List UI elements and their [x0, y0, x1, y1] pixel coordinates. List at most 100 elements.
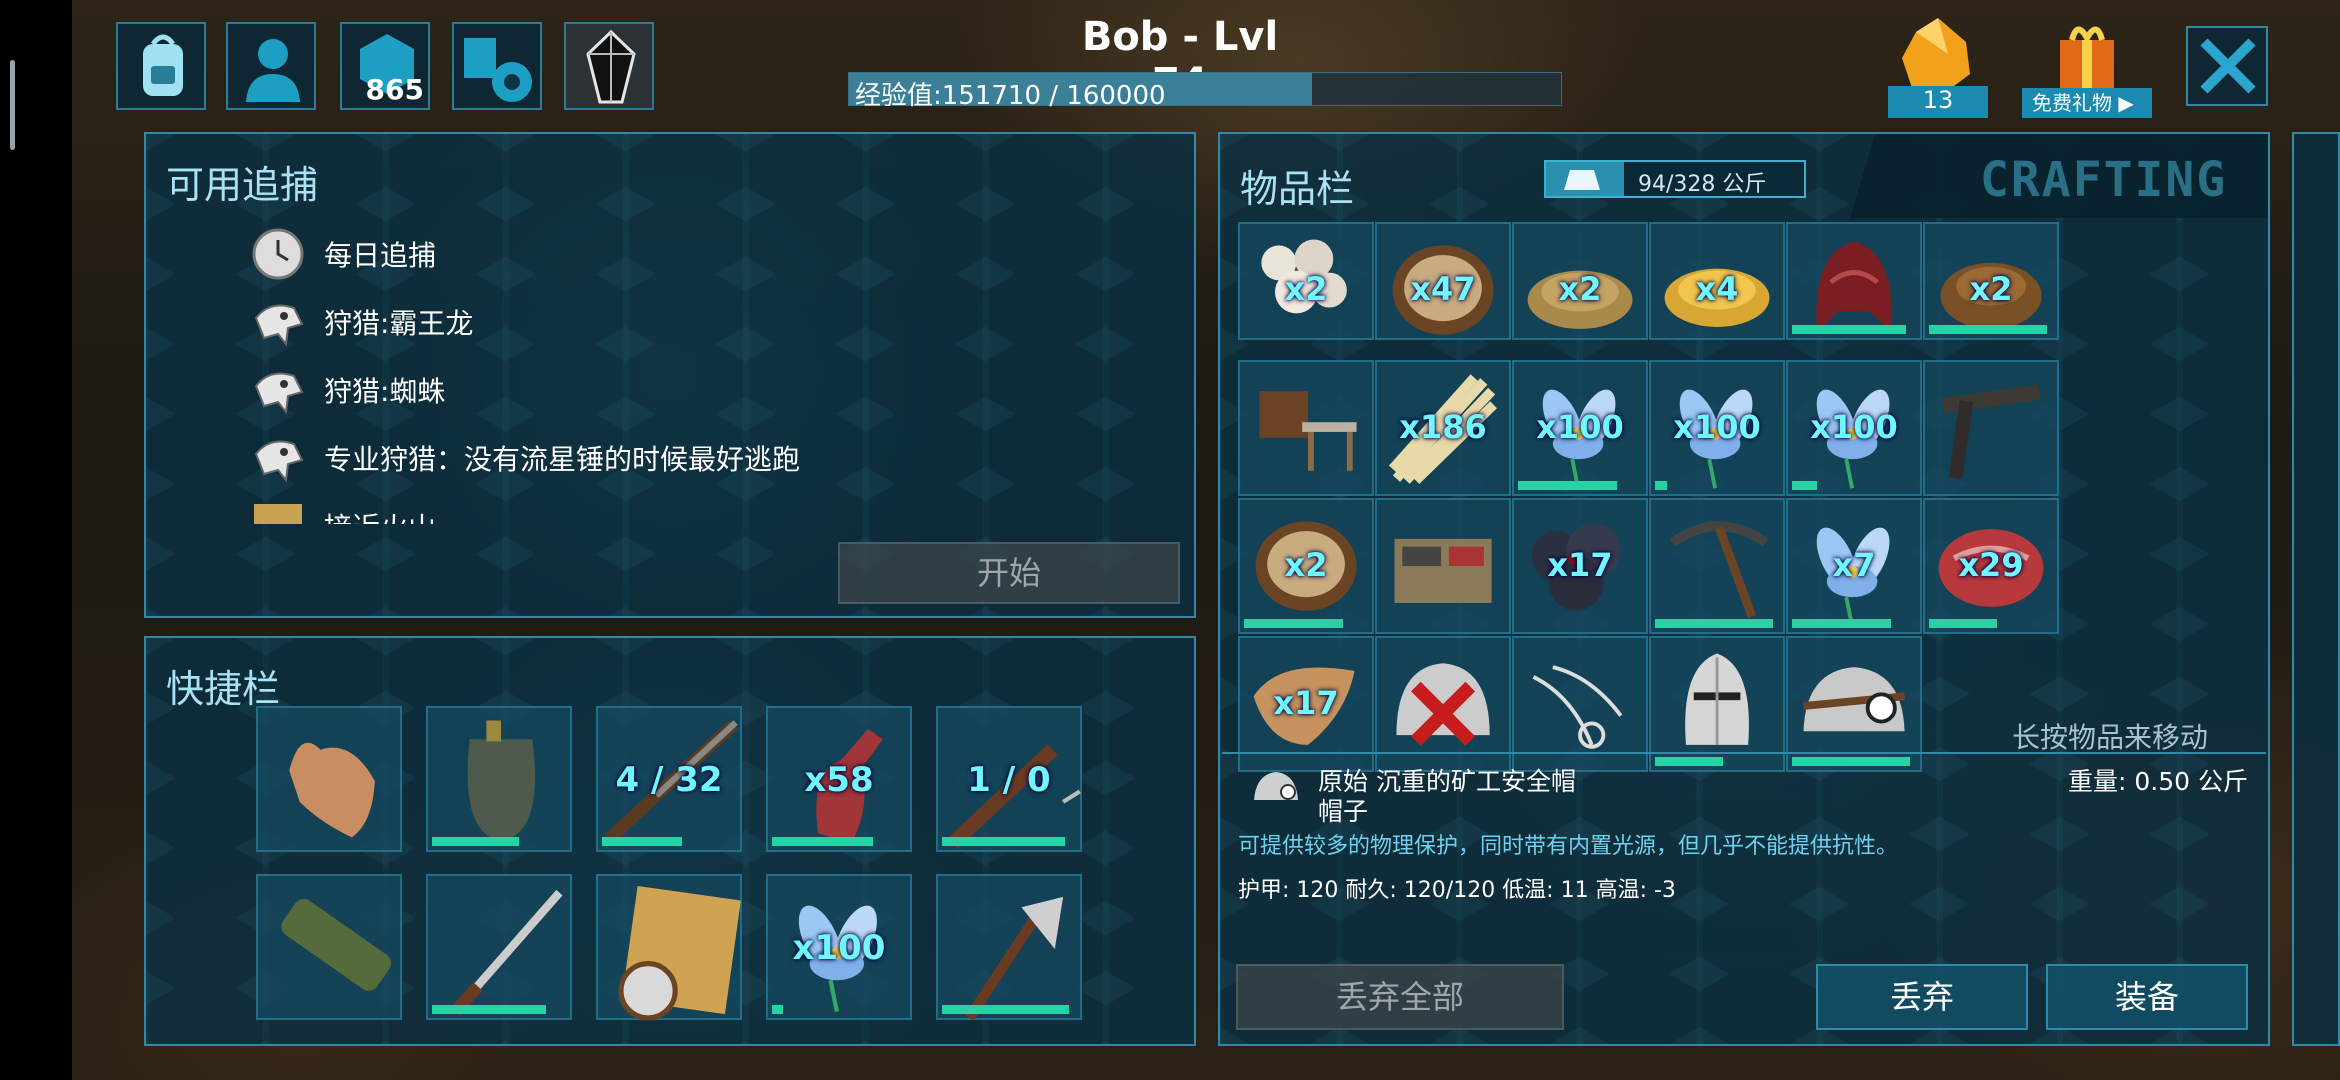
equip-label: 装备 — [2114, 978, 2179, 1016]
item-slot[interactable]: 1 / 0 — [936, 706, 1082, 852]
item-stats: 护甲: 120 耐久: 120/120 低温: 11 高温: -3 — [1238, 878, 1676, 903]
currency-amount: 13 — [1922, 86, 1954, 114]
item-slot[interactable] — [256, 706, 402, 852]
durability-bar — [1792, 619, 1891, 628]
item-slot[interactable] — [1923, 360, 2059, 496]
item-slot[interactable]: x47 — [1375, 222, 1511, 340]
hunt-item[interactable]: 接近火山 — [250, 498, 436, 524]
item-slot[interactable]: x186 — [1375, 360, 1511, 496]
durability-bar — [1792, 481, 1817, 490]
hunt-item[interactable]: 狩猎:蜘蛛 — [250, 362, 445, 418]
sword-icon — [450, 889, 563, 1016]
drop-button[interactable]: 丢弃 — [1816, 964, 2028, 1030]
item-slot[interactable]: x100 — [766, 874, 912, 1020]
engram-points: 865 — [365, 73, 424, 106]
item-slot[interactable] — [1649, 498, 1785, 634]
item-quantity: x186 — [1399, 408, 1487, 446]
hatchet-icon — [964, 896, 1064, 1021]
free-gift-label: 免费礼物 — [2032, 91, 2112, 115]
item-quantity: x4 — [1695, 270, 1739, 308]
hand-icon — [289, 742, 375, 838]
item-quantity: x2 — [1969, 270, 2013, 308]
item-quantity: x100 — [792, 928, 886, 968]
hunt-item[interactable]: 专业狩猎：没有流星锤的时候最好逃跑 — [250, 430, 800, 486]
item-name: 沉重的矿工安全帽 — [1375, 767, 1576, 796]
item-slot[interactable] — [936, 874, 1082, 1021]
item-slot[interactable]: x2 — [1512, 222, 1648, 340]
xp-bar: 经验值:151710 / 160000 — [848, 72, 1562, 111]
durability-bar — [1792, 325, 1906, 334]
item-slot[interactable] — [426, 706, 572, 852]
map-icon — [254, 504, 302, 524]
item-slot[interactable]: x58 — [766, 706, 912, 852]
durability-bar — [942, 837, 1065, 846]
close-icon — [2200, 38, 2256, 94]
engrams-tab-button[interactable]: 865 — [340, 22, 430, 110]
item-quantity: x2 — [1284, 270, 1328, 308]
item-slot[interactable]: x2 — [1238, 222, 1374, 340]
amber-currency[interactable]: 13 — [1888, 14, 1988, 118]
item-slot[interactable]: x100 — [1786, 360, 1922, 496]
pickaxe-icon — [1669, 521, 1769, 619]
item-quantity: x100 — [1673, 408, 1761, 446]
scroll-indicator — [10, 60, 15, 150]
item-slot[interactable] — [1786, 222, 1922, 340]
hunt-item[interactable]: 狩猎:霸王龙 — [250, 294, 473, 350]
item-quantity: x17 — [1273, 684, 1339, 722]
free-gift-button[interactable]: 免费礼物 ▶ — [2022, 14, 2152, 118]
item-quantity: 4 / 32 — [615, 760, 723, 800]
start-label: 开始 — [976, 554, 1041, 592]
crafting-tab[interactable]: CRAFTING — [1980, 152, 2227, 208]
item-slot[interactable]: x29 — [1923, 498, 2059, 634]
item-type: 帽子 — [1318, 797, 1369, 826]
item-slot[interactable] — [426, 874, 572, 1020]
gift-icon — [2060, 26, 2114, 90]
dino-skull-icon — [254, 440, 304, 483]
drop-all-button[interactable]: 丢弃全部 — [1236, 964, 1564, 1030]
dino-skull-icon — [254, 372, 304, 415]
workbench-icon — [1259, 391, 1357, 471]
item-slot[interactable]: x2 — [1923, 222, 2059, 340]
close-button[interactable] — [2186, 26, 2268, 106]
free-gift-label-box: 免费礼物 ▶ — [2022, 88, 2152, 118]
item-slot[interactable] — [256, 874, 402, 1020]
item-quantity: x58 — [804, 760, 874, 800]
item-slot[interactable] — [1238, 360, 1374, 496]
item-slot[interactable]: 4 / 32 — [596, 706, 742, 852]
item-slot[interactable]: x2 — [1238, 498, 1374, 634]
right-edge-panel — [2292, 132, 2340, 1046]
item-slot[interactable]: x100 — [1512, 360, 1648, 496]
item-slot[interactable]: x7 — [1786, 498, 1922, 634]
amber-icon — [1902, 18, 1970, 92]
equip-button[interactable]: 装备 — [2046, 964, 2248, 1030]
person-icon — [246, 39, 300, 102]
item-slot[interactable] — [1375, 498, 1511, 634]
backpack-icon — [143, 34, 183, 96]
item-slot[interactable]: x17 — [1512, 498, 1648, 634]
durability-bar — [1244, 619, 1343, 628]
crystal-icon — [586, 29, 636, 104]
canteen-icon — [467, 720, 536, 842]
hunt-label: 接近火山 — [324, 506, 436, 524]
inventory-tab-button[interactable] — [116, 22, 206, 110]
item-quantity: x2 — [1558, 270, 1602, 308]
durability-bar — [942, 1005, 1069, 1014]
item-quantity: x7 — [1832, 546, 1876, 584]
item-slot[interactable]: x100 — [1649, 360, 1785, 496]
inventory-title: 物品栏 — [1240, 167, 1355, 211]
hunt-item[interactable]: 每日追捕 — [250, 226, 436, 282]
item-slot[interactable]: x4 — [1649, 222, 1785, 340]
clock-icon — [252, 228, 304, 280]
item-slot[interactable] — [596, 874, 742, 1021]
tribe-tab-button[interactable] — [564, 22, 654, 110]
selected-item-icon — [1254, 772, 1298, 800]
character-tab-button[interactable] — [226, 22, 316, 110]
durability-bar — [1929, 619, 1997, 628]
item-quantity: x29 — [1958, 546, 2024, 584]
item-quantity: x100 — [1810, 408, 1898, 446]
settings-tab-button[interactable] — [452, 22, 542, 110]
gear-icon — [464, 38, 532, 102]
durability-bar — [1792, 757, 1910, 766]
hunt-label: 专业狩猎：没有流星锤的时候最好逃跑 — [324, 443, 801, 476]
start-button[interactable]: 开始 — [838, 542, 1180, 604]
